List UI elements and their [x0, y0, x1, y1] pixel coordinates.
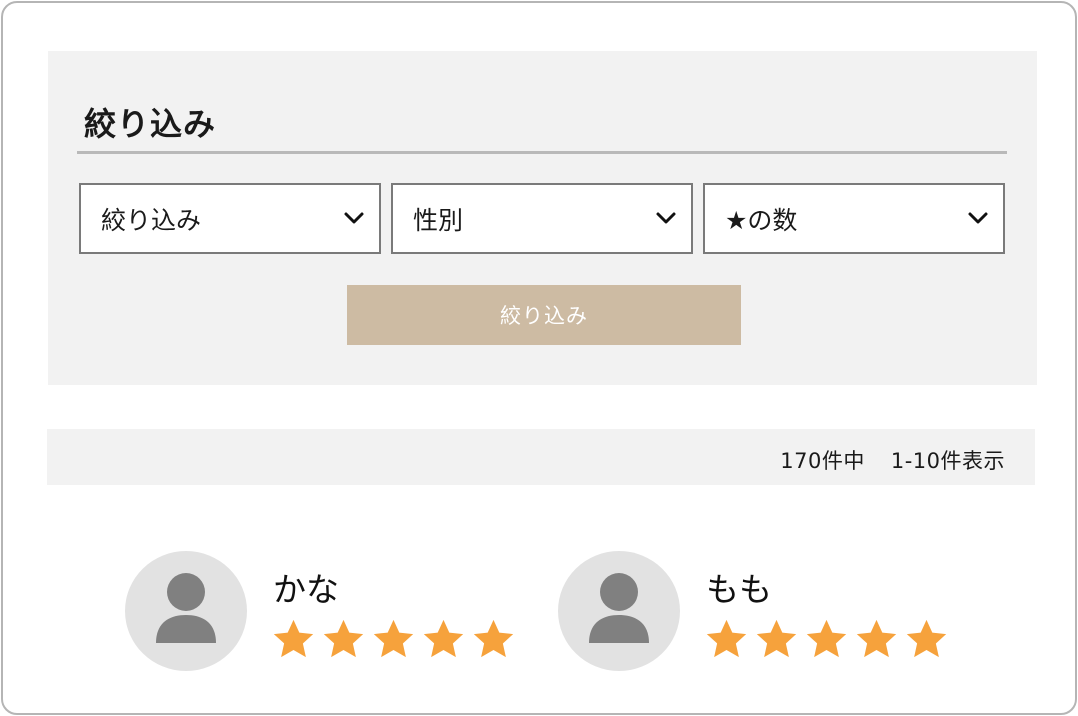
star-icon [906, 619, 947, 658]
chevron-down-icon [344, 212, 364, 224]
filter-select-stars-label: ★の数 [725, 205, 798, 235]
filter-select-stars[interactable]: ★の数 [703, 183, 1005, 254]
filter-select-category[interactable]: 絞り込み [79, 183, 381, 254]
filter-select-gender[interactable]: 性別 [391, 183, 693, 254]
filter-select-category-label: 絞り込み [101, 205, 202, 235]
filter-submit-button[interactable]: 絞り込み [347, 285, 741, 345]
app-frame: 絞り込み 絞り込み 性別 ★の数 絞り込み 170件中 1-10件表示 かな も… [1, 1, 1077, 715]
star-rating [704, 617, 949, 662]
star-icon [323, 619, 364, 658]
star-icon [423, 619, 464, 658]
chevron-down-icon [656, 212, 676, 224]
reviewer-card[interactable]: もも [558, 551, 978, 676]
chevron-down-icon [968, 212, 988, 224]
avatar [125, 551, 247, 671]
filter-panel: 絞り込み 絞り込み 性別 ★の数 絞り込み [48, 51, 1037, 385]
avatar [558, 551, 680, 671]
filter-title: 絞り込み [84, 105, 217, 143]
star-icon [856, 619, 897, 658]
results-total: 170件中 [780, 449, 865, 473]
star-icon [473, 619, 514, 658]
user-icon [589, 573, 649, 643]
user-icon [156, 573, 216, 643]
star-icon [806, 619, 847, 658]
star-rating [271, 617, 516, 662]
filter-divider [77, 151, 1007, 154]
star-icon [706, 619, 747, 658]
reviewer-name: かな [273, 570, 339, 609]
filter-select-gender-label: 性別 [413, 205, 464, 235]
star-icon [756, 619, 797, 658]
reviewer-card[interactable]: かな [125, 551, 545, 676]
results-count: 170件中 1-10件表示 [780, 445, 1005, 475]
reviewer-name: もも [706, 570, 772, 609]
results-bar: 170件中 1-10件表示 [47, 429, 1035, 485]
star-icon [273, 619, 314, 658]
star-icon [373, 619, 414, 658]
results-range: 1-10件表示 [890, 449, 1005, 473]
